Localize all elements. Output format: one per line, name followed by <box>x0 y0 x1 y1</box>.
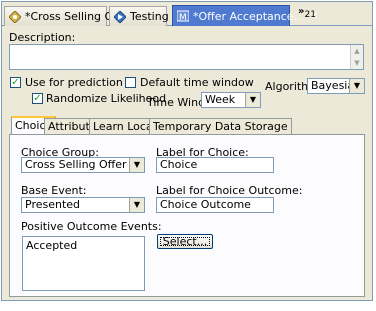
scroll-down-icon[interactable]: ▼ <box>351 57 363 69</box>
offer-icon <box>8 9 22 24</box>
tab-offer-acceptance[interactable]: M *Offer Acceptance... ✕ <box>172 5 318 26</box>
choice-outcome-field[interactable]: Choice Outcome <box>156 197 274 213</box>
randomize-likelihood-checkbox[interactable]: ✓ <box>32 93 43 104</box>
use-for-prediction-checkbox[interactable]: ✓ <box>10 77 21 88</box>
chevron-down-icon[interactable]: ▼ <box>129 158 144 172</box>
description-scrollbar[interactable]: ▲ ▼ <box>350 45 363 69</box>
tab-label: *Offer Acceptance... <box>193 9 305 23</box>
overflow-count: 21 <box>304 10 316 20</box>
positive-outcome-events-label: Positive Outcome Events: <box>21 220 162 233</box>
tab-cross-selling-offer[interactable]: *Cross Selling Offer <box>4 6 132 26</box>
default-time-window-checkbox[interactable] <box>125 77 136 88</box>
editor-tab-strip: *Cross Selling Offer Testing M *Offer Ac… <box>2 2 372 26</box>
choice-panel: Choice Group: Cross Selling Offer ▼ Labe… <box>9 134 365 297</box>
scroll-up-icon[interactable]: ▲ <box>351 45 363 57</box>
description-label: Description: <box>9 31 76 44</box>
choice-outcome-label: Label for Choice Outcome: <box>156 184 303 197</box>
testing-icon <box>113 9 127 24</box>
choice-group-select[interactable]: Cross Selling Offer ▼ <box>21 157 145 173</box>
algorithm-select[interactable]: Bayesian ▼ <box>307 78 365 94</box>
time-window-value: Week <box>205 93 236 106</box>
model-icon: M <box>176 10 190 23</box>
description-field[interactable]: ▲ ▼ <box>9 44 364 70</box>
select-button[interactable]: Select... <box>157 234 213 249</box>
base-event-value: Presented <box>25 198 81 211</box>
editor-window: *Cross Selling Offer Testing M *Offer Ac… <box>1 1 373 301</box>
positive-outcome-events-list[interactable]: Accepted <box>22 236 145 291</box>
time-window-select[interactable]: Week ▼ <box>201 92 261 108</box>
base-event-label: Base Event: <box>21 184 87 197</box>
choice-group-value: Cross Selling Offer <box>25 158 127 171</box>
svg-text:M: M <box>179 13 187 22</box>
tab-testing[interactable]: Testing <box>109 6 169 26</box>
chevron-down-icon[interactable]: ▼ <box>349 79 364 93</box>
tab-overflow-button[interactable]: »21 <box>298 6 316 20</box>
chevron-down-icon[interactable]: ▼ <box>245 93 260 107</box>
label-for-choice-field[interactable]: Choice <box>156 157 274 173</box>
tab-temporary-data-storage[interactable]: Temporary Data Storage <box>149 118 292 134</box>
base-event-select[interactable]: Presented ▼ <box>21 197 145 213</box>
chevron-down-icon[interactable]: ▼ <box>129 198 144 212</box>
use-for-prediction-label: Use for prediction <box>25 76 123 89</box>
tab-label: Testing <box>130 10 169 23</box>
default-time-window-label: Default time window <box>140 76 254 89</box>
list-item[interactable]: Accepted <box>23 237 144 254</box>
